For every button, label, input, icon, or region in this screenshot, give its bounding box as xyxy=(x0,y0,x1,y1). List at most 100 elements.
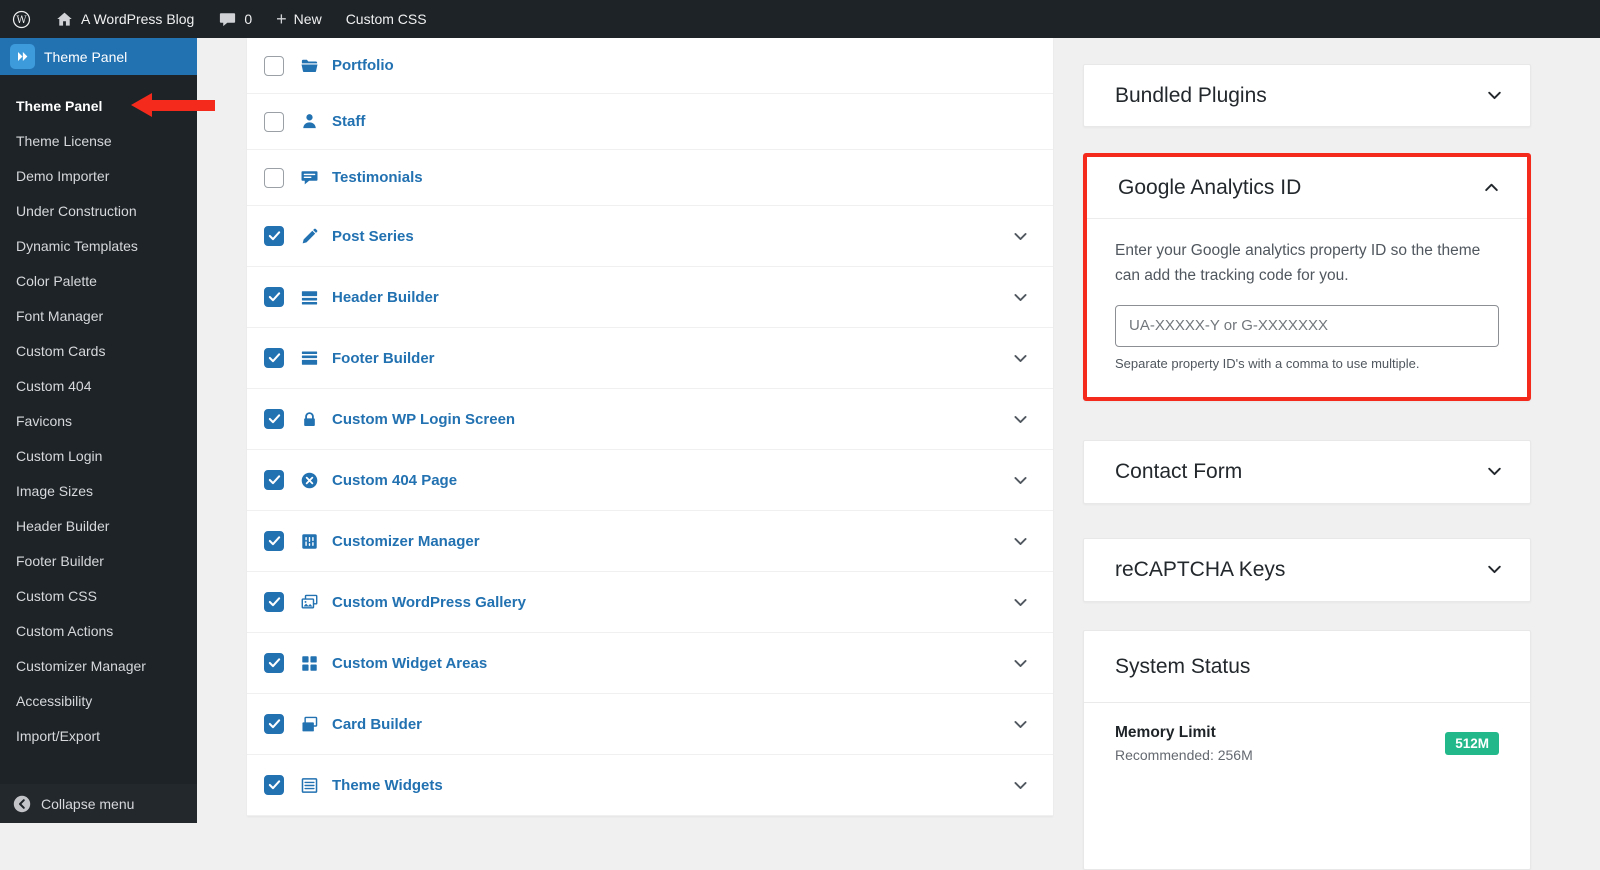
feature-checkbox[interactable] xyxy=(264,348,284,368)
wp-logo[interactable]: W xyxy=(0,0,43,38)
panel-bundled-plugins-header[interactable]: Bundled Plugins xyxy=(1084,65,1530,126)
site-name-link[interactable]: A WordPress Blog xyxy=(43,0,206,38)
status-row-memory-limit: Memory Limit Recommended: 256M 512M xyxy=(1084,703,1530,784)
chevron-down-icon[interactable] xyxy=(1486,463,1504,481)
sidebar-item-dynamic-templates[interactable]: Dynamic Templates xyxy=(0,228,197,263)
features-panel: Portfolio Staff Testimonials Post Series Hea… xyxy=(247,38,1053,816)
feature-link[interactable]: Testimonials xyxy=(332,169,423,186)
testimonials-icon xyxy=(300,168,319,187)
ga-property-id-input[interactable] xyxy=(1115,305,1499,347)
feature-link[interactable]: Post Series xyxy=(332,228,414,245)
chevron-down-icon[interactable] xyxy=(1012,350,1029,367)
panel-contact-form-header[interactable]: Contact Form xyxy=(1084,441,1530,503)
panel-bundled-plugins: Bundled Plugins xyxy=(1083,64,1531,127)
comments-link[interactable]: 0 xyxy=(206,0,264,38)
chevron-down-icon[interactable] xyxy=(1486,561,1504,579)
chevron-down-icon[interactable] xyxy=(1012,228,1029,245)
feature-rows: Portfolio Staff Testimonials Post Series Hea… xyxy=(247,38,1053,816)
feature-row: Staff xyxy=(247,94,1053,150)
feature-checkbox[interactable] xyxy=(264,592,284,612)
sidebar-item-favicons[interactable]: Favicons xyxy=(0,403,197,438)
wordpress-icon: W xyxy=(12,10,31,29)
chevron-down-icon[interactable] xyxy=(1012,594,1029,611)
menu-theme-panel[interactable]: Theme Panel xyxy=(0,38,197,75)
feature-link[interactable]: Customizer Manager xyxy=(332,533,480,550)
memory-limit-label: Memory Limit xyxy=(1115,724,1253,742)
feature-checkbox[interactable] xyxy=(264,287,284,307)
feature-checkbox[interactable] xyxy=(264,56,284,76)
feature-row: Card Builder xyxy=(247,694,1053,755)
new-button[interactable]: + New xyxy=(264,0,334,38)
sidebar-item-custom-css[interactable]: Custom CSS xyxy=(0,578,197,613)
chevron-down-icon[interactable] xyxy=(1012,777,1029,794)
sidebar-item-custom-actions[interactable]: Custom Actions xyxy=(0,613,197,648)
feature-link[interactable]: Header Builder xyxy=(332,289,439,306)
feature-checkbox[interactable] xyxy=(264,226,284,246)
theme-panel-icon xyxy=(10,44,35,69)
feature-link[interactable]: Custom WP Login Screen xyxy=(332,411,515,428)
sidebar-item-theme-panel[interactable]: Theme Panel xyxy=(0,88,197,123)
new-label: New xyxy=(294,11,322,27)
panel-google-analytics-body: Enter your Google analytics property ID … xyxy=(1087,219,1527,397)
sidebar-item-import-export[interactable]: Import/Export xyxy=(0,718,197,753)
feature-link[interactable]: Custom Widget Areas xyxy=(332,655,487,672)
sidebar-item-theme-license[interactable]: Theme License xyxy=(0,123,197,158)
feature-link[interactable]: Theme Widgets xyxy=(332,777,443,794)
ga-description: Enter your Google analytics property ID … xyxy=(1115,239,1499,289)
chevron-down-icon[interactable] xyxy=(1012,533,1029,550)
sidebar-item-accessibility[interactable]: Accessibility xyxy=(0,683,197,718)
admin-bar-page-label: Custom CSS xyxy=(346,11,427,27)
panel-google-analytics-header[interactable]: Google Analytics ID xyxy=(1087,157,1527,219)
feature-checkbox[interactable] xyxy=(264,168,284,188)
feature-link[interactable]: Footer Builder xyxy=(332,350,435,367)
feature-link[interactable]: Staff xyxy=(332,113,365,130)
feature-checkbox[interactable] xyxy=(264,531,284,551)
home-icon xyxy=(55,10,74,29)
chevron-down-icon[interactable] xyxy=(1012,472,1029,489)
feature-checkbox[interactable] xyxy=(264,112,284,132)
widget-areas-icon xyxy=(300,654,319,673)
sidebar-item-demo-importer[interactable]: Demo Importer xyxy=(0,158,197,193)
admin-sidebar: Theme Panel Theme PanelTheme LicenseDemo… xyxy=(0,38,197,823)
error-404-icon xyxy=(300,471,319,490)
sidebar-item-image-sizes[interactable]: Image Sizes xyxy=(0,473,197,508)
admin-bar-page-link[interactable]: Custom CSS xyxy=(334,0,439,38)
panel-google-analytics: Google Analytics ID Enter your Google an… xyxy=(1083,153,1531,401)
sidebar-item-custom-cards[interactable]: Custom Cards xyxy=(0,333,197,368)
feature-link[interactable]: Custom WordPress Gallery xyxy=(332,594,526,611)
panel-title: reCAPTCHA Keys xyxy=(1115,558,1285,582)
collapse-menu-button[interactable]: Collapse menu xyxy=(0,784,197,823)
sidebar-item-custom-login[interactable]: Custom Login xyxy=(0,438,197,473)
status-memory-text: Memory Limit Recommended: 256M xyxy=(1115,724,1253,763)
sidebar-item-footer-builder[interactable]: Footer Builder xyxy=(0,543,197,578)
sidebar-item-customizer-manager[interactable]: Customizer Manager xyxy=(0,648,197,683)
feature-link[interactable]: Portfolio xyxy=(332,57,394,74)
memory-recommended: Recommended: 256M xyxy=(1115,747,1253,763)
chevron-down-icon[interactable] xyxy=(1486,87,1504,105)
sidebar-item-font-manager[interactable]: Font Manager xyxy=(0,298,197,333)
portfolio-icon xyxy=(300,56,319,75)
chevron-down-icon[interactable] xyxy=(1012,289,1029,306)
sidebar-item-color-palette[interactable]: Color Palette xyxy=(0,263,197,298)
chevron-up-icon[interactable] xyxy=(1483,179,1501,197)
sidebar-item-under-construction[interactable]: Under Construction xyxy=(0,193,197,228)
theme-widgets-icon xyxy=(300,776,319,795)
collapse-menu-label: Collapse menu xyxy=(41,796,134,812)
feature-checkbox[interactable] xyxy=(264,714,284,734)
panel-recaptcha-keys-header[interactable]: reCAPTCHA Keys xyxy=(1084,539,1530,601)
feature-checkbox[interactable] xyxy=(264,775,284,795)
feature-row: Custom 404 Page xyxy=(247,450,1053,511)
feature-link[interactable]: Custom 404 Page xyxy=(332,472,457,489)
sidebar-item-custom-404[interactable]: Custom 404 xyxy=(0,368,197,403)
feature-checkbox[interactable] xyxy=(264,409,284,429)
feature-checkbox[interactable] xyxy=(264,470,284,490)
feature-checkbox[interactable] xyxy=(264,653,284,673)
chevron-down-icon[interactable] xyxy=(1012,655,1029,672)
comments-count: 0 xyxy=(244,11,252,27)
chevron-down-icon[interactable] xyxy=(1012,411,1029,428)
chevron-down-icon[interactable] xyxy=(1012,716,1029,733)
feature-link[interactable]: Card Builder xyxy=(332,716,422,733)
feature-row: Customizer Manager xyxy=(247,511,1053,572)
sidebar-item-header-builder[interactable]: Header Builder xyxy=(0,508,197,543)
comment-icon xyxy=(218,10,237,29)
